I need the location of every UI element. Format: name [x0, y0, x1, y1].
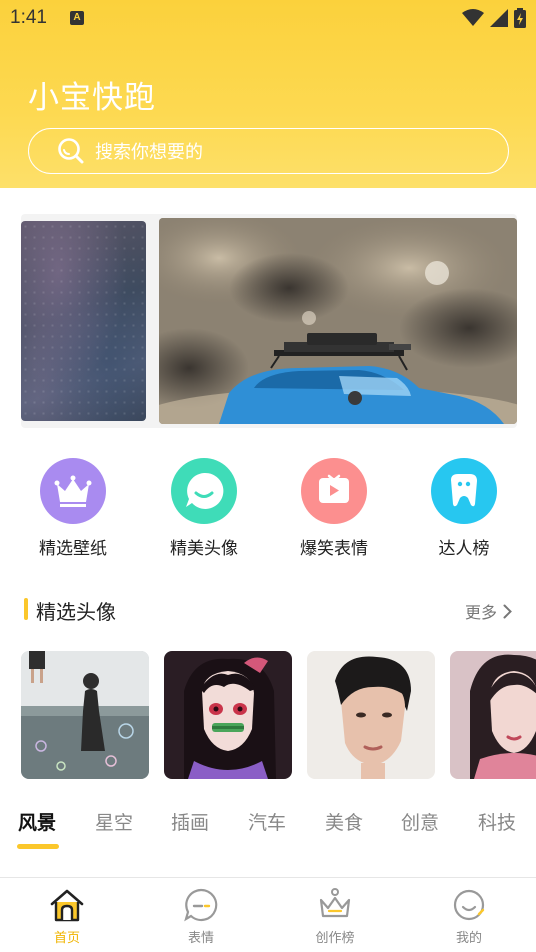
app-header: 1:41 A 小宝快跑 搜索你想要的 — [0, 0, 536, 188]
nav-stickers[interactable]: 表情 — [161, 886, 241, 946]
notification-icon: A — [70, 11, 84, 25]
category-label: 精选壁纸 — [39, 539, 107, 559]
category-funny-stickers[interactable]: 爆笑表情 — [279, 458, 389, 559]
avatar-thumb[interactable] — [307, 651, 435, 779]
smile-bubble-icon — [171, 458, 237, 524]
profile-icon — [450, 886, 488, 924]
tab-scenery[interactable]: 风景 — [18, 808, 56, 835]
wifi-icon — [462, 9, 484, 26]
tab-illustration[interactable]: 插画 — [171, 808, 209, 835]
nav-home[interactable]: 首页 — [27, 886, 107, 946]
crown-icon — [40, 458, 106, 524]
banner-carousel[interactable] — [21, 214, 517, 428]
toy-car-image — [159, 218, 517, 424]
category-label: 爆笑表情 — [300, 539, 368, 559]
signal-icon — [490, 9, 508, 27]
featured-avatars-header: 精选头像 更多 — [0, 594, 536, 626]
app-title: 小宝快跑 — [28, 80, 156, 116]
nav-label: 我的 — [455, 931, 482, 946]
search-placeholder: 搜索你想要的 — [95, 142, 203, 163]
avatar-thumb[interactable] — [21, 651, 149, 779]
status-time: 1:41 — [10, 7, 47, 28]
tab-tech[interactable]: 科技 — [478, 808, 516, 835]
category-tabs: 风景 星空 插画 汽车 美食 创意 科技 — [0, 808, 536, 858]
category-avatar[interactable]: 精美头像 — [149, 458, 259, 559]
battery-icon — [514, 8, 526, 28]
nav-label: 创作榜 — [315, 931, 355, 946]
section-accent-bar — [24, 598, 28, 620]
search-icon — [57, 137, 85, 165]
featured-avatar-list — [21, 651, 536, 779]
chevron-right-icon — [503, 604, 512, 618]
status-bar: 1:41 A — [0, 0, 536, 36]
tooth-icon — [431, 458, 497, 524]
category-label: 达人榜 — [438, 539, 490, 559]
banner-slide-toy-car[interactable] — [159, 218, 517, 424]
home-icon — [48, 886, 86, 924]
crown-icon — [316, 886, 354, 924]
nav-creators-board[interactable]: 创作榜 — [295, 886, 375, 946]
emoji-bubble-icon — [182, 886, 220, 924]
bottom-navigation: 首页 表情 创作榜 我的 — [0, 877, 536, 952]
section-title: 精选头像 — [36, 600, 116, 624]
status-icons — [462, 8, 526, 28]
search-bar[interactable]: 搜索你想要的 — [28, 128, 509, 174]
tab-starry-sky[interactable]: 星空 — [95, 808, 133, 835]
category-wallpaper[interactable]: 精选壁纸 — [18, 458, 128, 559]
active-tab-indicator — [17, 844, 59, 849]
tab-creative[interactable]: 创意 — [401, 808, 439, 835]
nav-profile[interactable]: 我的 — [429, 886, 509, 946]
tab-food[interactable]: 美食 — [325, 808, 363, 835]
category-grid: 精选壁纸 精美头像 爆笑表情 达人榜 — [0, 458, 536, 568]
banner-slide-starry[interactable] — [21, 221, 146, 421]
tab-cars[interactable]: 汽车 — [248, 808, 286, 835]
nav-label: 首页 — [53, 931, 80, 946]
more-link[interactable]: 更多 — [465, 599, 512, 623]
video-play-icon — [301, 458, 367, 524]
avatar-thumb[interactable] — [450, 651, 536, 779]
category-leaderboard[interactable]: 达人榜 — [409, 458, 519, 559]
nav-label: 表情 — [187, 931, 214, 946]
category-label: 精美头像 — [170, 539, 238, 559]
avatar-thumb[interactable] — [164, 651, 292, 779]
more-label: 更多 — [464, 603, 497, 622]
